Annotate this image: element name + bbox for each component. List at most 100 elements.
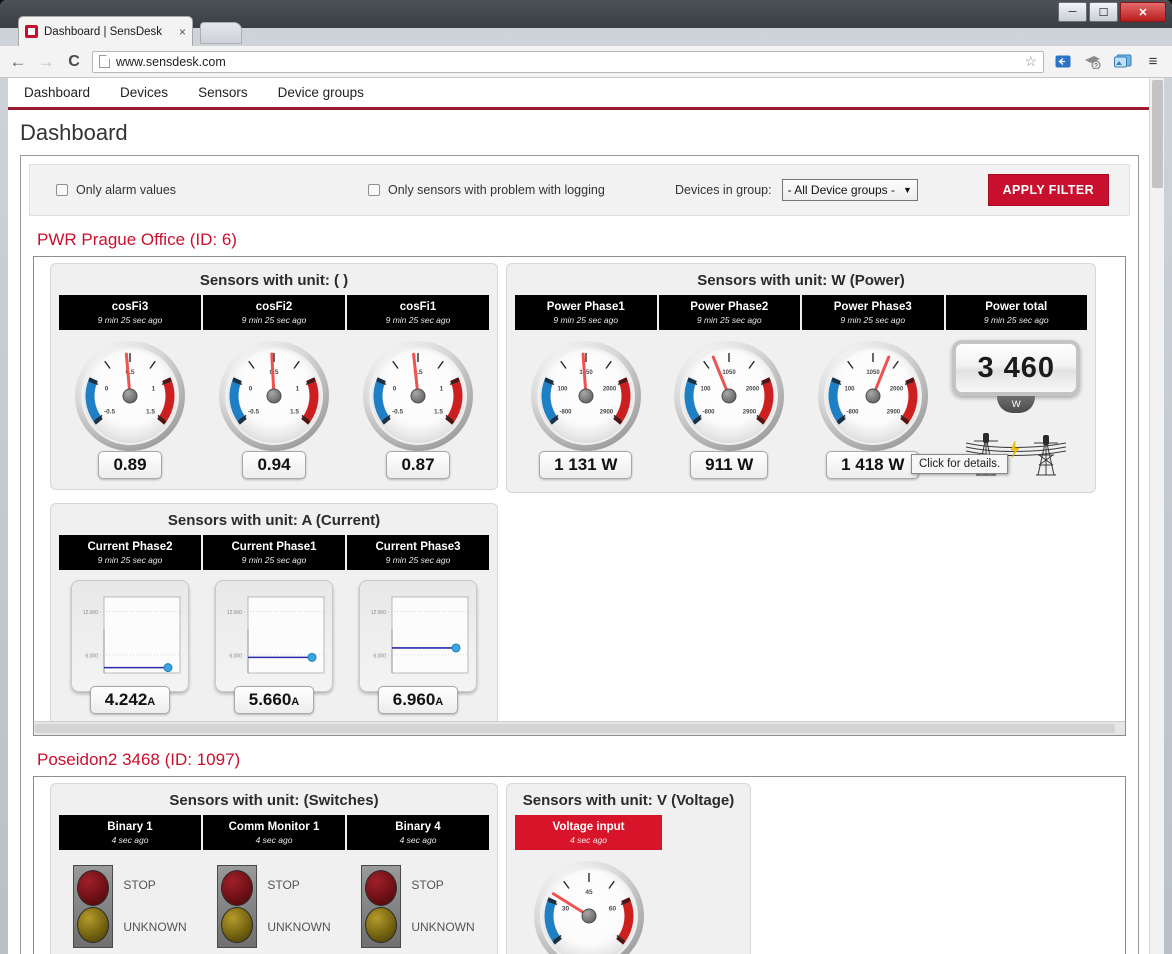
sensor-switch-cell[interactable]: STOP UNKNOWN — [347, 860, 489, 948]
sensor-timestamp: 9 min 25 sec ago — [349, 315, 487, 325]
svg-text:-0.5: -0.5 — [104, 408, 116, 415]
gauge-power-phase3[interactable]: -800100105020002900 — [817, 340, 929, 457]
sensor-gauge-cell[interactable]: -0.500.511.5 0.94 — [203, 340, 345, 479]
sensor-name: Power Phase2 — [661, 301, 799, 313]
forward-icon[interactable]: → — [36, 52, 56, 72]
image-extension-icon[interactable] — [1112, 52, 1134, 72]
sensor-chart-cell[interactable]: 12.0006.000 4.242A — [59, 580, 201, 714]
sensor-header[interactable]: Current Phase3 9 min 25 sec ago — [347, 535, 489, 570]
sensor-value: 0.89 — [98, 451, 161, 479]
sensor-header[interactable]: cosFi2 9 min 25 sec ago — [203, 295, 345, 330]
gauge-cosfi1[interactable]: -0.500.511.5 — [362, 340, 474, 457]
sensor-timestamp: 9 min 25 sec ago — [661, 315, 799, 325]
sensor-value: 5.660A — [234, 686, 315, 714]
nav-item-dashboard[interactable]: Dashboard — [24, 85, 90, 100]
sensor-gauge-cell[interactable]: -0.500.511.5 0.89 — [59, 340, 201, 479]
sensor-gauge-cell[interactable]: -800100105020002900 1 131 W — [515, 340, 657, 482]
bookmark-manager-icon[interactable] — [1052, 52, 1074, 72]
power-total-unit: W — [997, 396, 1035, 413]
sensor-timestamp: 9 min 25 sec ago — [804, 315, 942, 325]
svg-text:1: 1 — [296, 385, 300, 392]
svg-text:12.000: 12.000 — [371, 610, 387, 616]
sensor-header[interactable]: Power Phase3 9 min 25 sec ago — [802, 295, 944, 330]
gauge-cosfi2[interactable]: -0.500.511.5 — [218, 340, 330, 457]
sensor-switch-cell[interactable]: STOP UNKNOWN — [203, 860, 345, 948]
chrome-menu-icon[interactable]: ≡ — [1142, 52, 1164, 72]
page-scrollbar[interactable] — [1149, 78, 1164, 954]
sensor-chart-cell[interactable]: 12.0006.000 6.960A — [347, 580, 489, 714]
nav-item-devices[interactable]: Devices — [120, 85, 168, 100]
svg-text:1: 1 — [440, 385, 444, 392]
sensor-gauge-cell[interactable]: -800100105020002900 911 W — [659, 340, 801, 482]
mini-chart-current-phase1[interactable]: 12.0006.000 — [215, 580, 333, 692]
sensor-timestamp: 4 sec ago — [349, 835, 487, 845]
sensor-name: Binary 4 — [349, 821, 487, 833]
sensor-gauge-cell[interactable]: -0.500.511.5 0.87 — [347, 340, 489, 479]
lamp-amber-icon — [365, 907, 397, 943]
svg-text:100: 100 — [701, 386, 712, 392]
svg-text:1: 1 — [152, 385, 156, 392]
lamp-amber-icon — [77, 907, 109, 943]
gauge-voltage-input[interactable]: 304560 — [533, 860, 645, 954]
sensor-switch-cell[interactable]: STOP UNKNOWN — [59, 860, 201, 948]
sensor-header[interactable]: Power Phase1 9 min 25 sec ago — [515, 295, 657, 330]
only-alarm-filter[interactable]: Only alarm values — [56, 183, 176, 197]
sensor-chart-cell[interactable]: 12.0006.000 5.660A — [203, 580, 345, 714]
sensor-gauge-cell[interactable]: 304560 — [515, 860, 662, 954]
sensor-timestamp: 4 sec ago — [205, 835, 343, 845]
chevron-down-icon: ▼ — [903, 185, 912, 195]
sensor-name: Binary 1 — [61, 821, 199, 833]
gauge-power-phase2[interactable]: -800100105020002900 — [673, 340, 785, 457]
panel-title-switches: Sensors with unit: (Switches) — [59, 790, 489, 815]
sensor-name: Current Phase1 — [205, 541, 343, 553]
page-info-icon[interactable] — [99, 55, 110, 68]
traffic-light-group[interactable]: STOP UNKNOWN — [361, 860, 474, 948]
sensor-header[interactable]: cosFi3 9 min 25 sec ago — [59, 295, 201, 330]
only-alarm-checkbox[interactable] — [56, 184, 68, 196]
svg-text:30: 30 — [561, 905, 569, 912]
back-icon[interactable]: ← — [8, 52, 28, 72]
address-bar[interactable]: www.sensdesk.com ☆ — [92, 51, 1044, 73]
sensor-header[interactable]: Binary 1 4 sec ago — [59, 815, 201, 850]
svg-text:100: 100 — [844, 386, 855, 392]
browser-toolbar: ← → C www.sensdesk.com ☆ ? ≡ — [0, 46, 1172, 78]
panel-title-current: Sensors with unit: A (Current) — [59, 510, 489, 535]
device-group-select[interactable]: - All Device groups - ▼ — [782, 179, 918, 201]
tab-close-icon[interactable]: × — [179, 25, 186, 39]
reload-icon[interactable]: C — [64, 53, 84, 71]
browser-tab[interactable]: Dashboard | SensDesk × — [18, 16, 193, 46]
svg-text:12.000: 12.000 — [83, 610, 99, 616]
only-logging-checkbox[interactable] — [368, 184, 380, 196]
group-horizontal-scrollbar[interactable] — [34, 721, 1125, 735]
gauge-power-phase1[interactable]: -800100105020002900 — [530, 340, 642, 457]
mini-chart-current-phase2[interactable]: 12.0006.000 — [71, 580, 189, 692]
sensor-timestamp: 9 min 25 sec ago — [61, 315, 199, 325]
apply-filter-button[interactable]: APPLY FILTER — [988, 174, 1109, 206]
nav-item-device-groups[interactable]: Device groups — [278, 85, 364, 100]
svg-text:6.000: 6.000 — [373, 654, 386, 660]
sensor-header[interactable]: Power total 9 min 25 sec ago — [946, 295, 1088, 330]
only-logging-filter[interactable]: Only sensors with problem with logging — [368, 183, 605, 197]
page-scrollbar-thumb[interactable] — [1152, 80, 1163, 188]
nav-item-sensors[interactable]: Sensors — [198, 85, 248, 100]
traffic-light-group[interactable]: STOP UNKNOWN — [217, 860, 330, 948]
sensor-header[interactable]: Binary 4 4 sec ago — [347, 815, 489, 850]
sensor-header-alarm[interactable]: Voltage input 4 sec ago — [515, 815, 662, 850]
sensor-header[interactable]: Current Phase1 9 min 25 sec ago — [203, 535, 345, 570]
svg-text:2000: 2000 — [746, 386, 760, 392]
sensor-header[interactable]: Comm Monitor 1 4 sec ago — [203, 815, 345, 850]
group-horizontal-scrollbar-thumb[interactable] — [35, 724, 1115, 733]
svg-text:-800: -800 — [559, 409, 572, 415]
help-extension-icon[interactable]: ? — [1082, 52, 1104, 72]
new-tab-button[interactable] — [200, 22, 242, 44]
mini-chart-current-phase3[interactable]: 12.000 6.000 — [359, 580, 477, 692]
svg-text:2900: 2900 — [600, 409, 614, 415]
sensor-header[interactable]: Current Phase2 9 min 25 sec ago — [59, 535, 201, 570]
sensor-header[interactable]: Power Phase2 9 min 25 sec ago — [659, 295, 801, 330]
panel-power: Sensors with unit: W (Power) Power Phase… — [506, 263, 1096, 493]
gauge-cosfi3[interactable]: -0.500.511.5 — [74, 340, 186, 457]
bookmark-star-icon[interactable]: ☆ — [1024, 53, 1037, 70]
page-title: Dashboard — [8, 110, 1149, 155]
sensor-header[interactable]: cosFi1 9 min 25 sec ago — [347, 295, 489, 330]
traffic-light-group[interactable]: STOP UNKNOWN — [73, 860, 186, 948]
